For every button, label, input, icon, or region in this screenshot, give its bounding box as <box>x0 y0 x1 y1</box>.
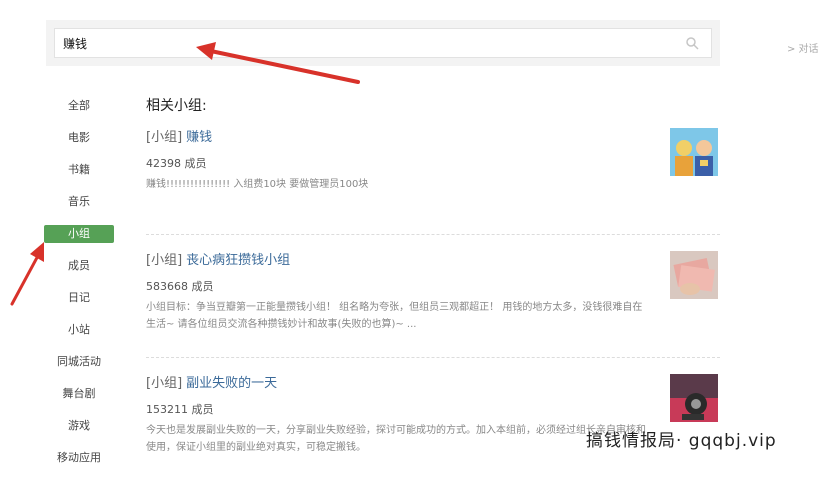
sidebar-item-all[interactable]: 全部 <box>44 90 114 122</box>
group-link[interactable]: 赚钱 <box>186 130 212 145</box>
category-sidebar: 全部 电影 书籍 音乐 小组 成员 日记 小站 同城活动 舞台剧 游戏 移动应用 <box>44 90 114 474</box>
search-box[interactable] <box>54 28 712 58</box>
sidebar-item-games[interactable]: 游戏 <box>44 410 114 442</box>
search-input[interactable] <box>55 29 711 57</box>
sidebar-item-events[interactable]: 同城活动 <box>44 346 114 378</box>
sidebar-item-diary[interactable]: 日记 <box>44 282 114 314</box>
group-thumbnail[interactable] <box>670 374 718 422</box>
section-title: 相关小组: <box>146 98 207 114</box>
sidebar-item-members[interactable]: 成员 <box>44 250 114 282</box>
result-title: [小组] 副业失败的一天 <box>146 374 720 394</box>
sidebar-item-books[interactable]: 书籍 <box>44 154 114 186</box>
sidebar-item-movies[interactable]: 电影 <box>44 122 114 154</box>
result-tag: [小组] <box>146 130 183 145</box>
member-count: 42398 成员 <box>146 157 207 170</box>
member-count: 583668 成员 <box>146 280 214 293</box>
dialog-link[interactable]: > 对话 <box>787 40 819 55</box>
result-title: [小组] 丧心病狂攒钱小组 <box>146 251 720 271</box>
result-tag: [小组] <box>146 253 183 268</box>
result-title: [小组] 赚钱 <box>146 128 720 148</box>
sidebar-item-music[interactable]: 音乐 <box>44 186 114 218</box>
group-link[interactable]: 丧心病狂攒钱小组 <box>186 253 290 268</box>
sidebar-item-sites[interactable]: 小站 <box>44 314 114 346</box>
group-thumbnail[interactable] <box>670 251 718 299</box>
group-thumbnail[interactable] <box>670 128 718 176</box>
group-result: [小组] 丧心病狂攒钱小组 583668 成员 小组目标：争当豆瓣第一正能量攒钱小… <box>146 251 720 358</box>
sidebar-item-apps[interactable]: 移动应用 <box>44 442 114 474</box>
sidebar-item-drama[interactable]: 舞台剧 <box>44 378 114 410</box>
group-description: 小组目标：争当豆瓣第一正能量攒钱小组！ 组名略为夸张，但组员三观都超正！ 用钱的… <box>146 302 643 330</box>
group-result: [小组] 赚钱 42398 成员 赚钱!!!!!!!!!!!!!!!! 入组费10… <box>146 128 720 235</box>
watermark: 搞钱情报局· gqqbj.vip <box>586 431 777 451</box>
group-link[interactable]: 副业失败的一天 <box>186 376 277 391</box>
sidebar-item-groups[interactable]: 小组 <box>44 225 114 243</box>
group-description: 今天也是发展副业失败的一天，分享副业失败经验，探讨可能成功的方式。加入本组前，必… <box>146 425 646 453</box>
group-description: 赚钱!!!!!!!!!!!!!!!! 入组费10块 要做管理员100块 <box>146 179 369 190</box>
member-count: 153211 成员 <box>146 403 214 416</box>
search-bar <box>46 20 720 66</box>
search-icon[interactable] <box>685 36 699 50</box>
result-tag: [小组] <box>146 376 183 391</box>
